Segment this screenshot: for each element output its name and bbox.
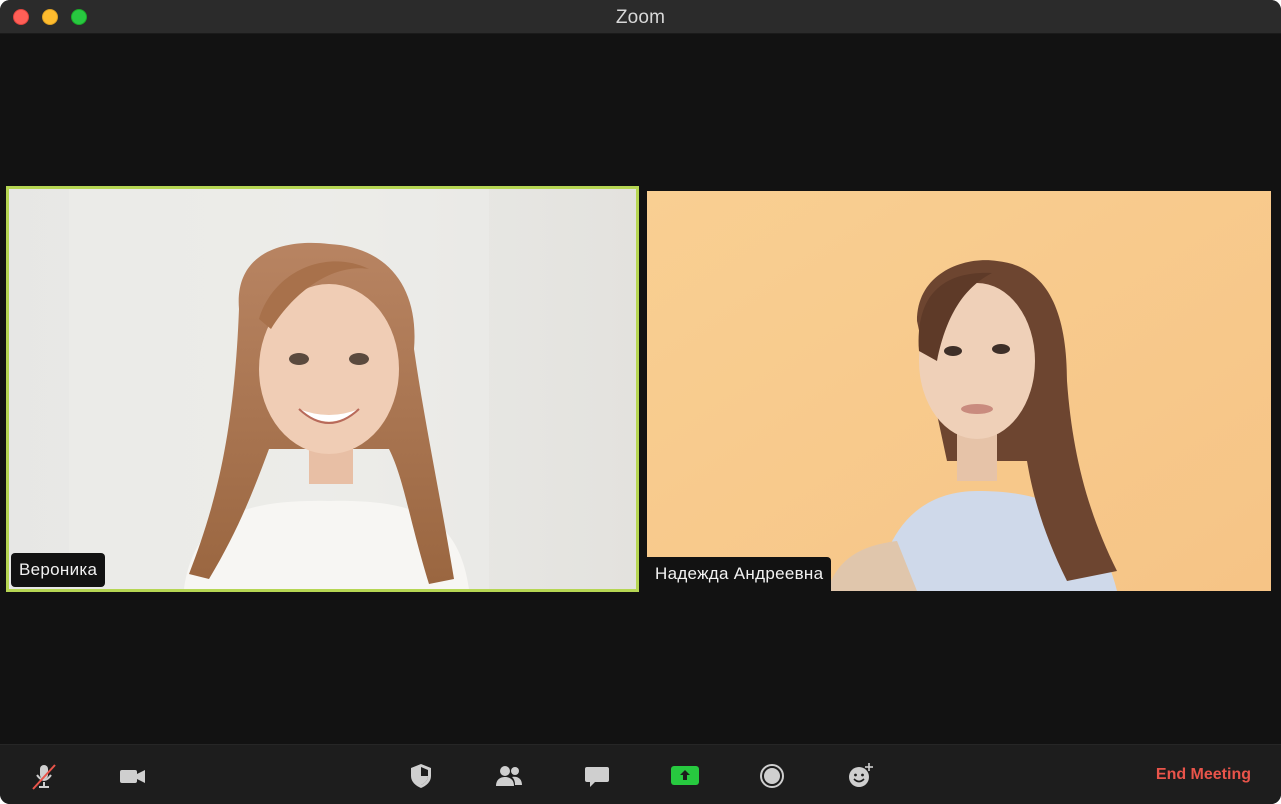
share-screen-icon bbox=[671, 766, 699, 785]
microphone-muted-icon bbox=[32, 764, 56, 790]
meeting-controls-toolbar: End Meeting bbox=[0, 744, 1281, 804]
video-tile-participant-1[interactable]: Вероника bbox=[6, 186, 639, 592]
security-button[interactable] bbox=[405, 761, 437, 791]
video-button[interactable] bbox=[116, 761, 148, 791]
video-camera-icon bbox=[120, 770, 145, 783]
record-button[interactable] bbox=[756, 761, 788, 791]
video-tile-participant-2[interactable]: Надежда Андреевна bbox=[647, 191, 1271, 591]
window-title: Zoom bbox=[615, 7, 666, 28]
record-icon bbox=[760, 764, 784, 788]
participants-icon bbox=[496, 766, 522, 786]
security-shield-icon bbox=[411, 764, 431, 788]
participant-name-label: Вероника bbox=[11, 553, 106, 587]
reactions-icon bbox=[849, 763, 873, 787]
participant-video-image bbox=[9, 189, 636, 589]
participant-video-image bbox=[647, 191, 1271, 591]
participants-button[interactable] bbox=[493, 761, 525, 791]
end-meeting-button[interactable]: End Meeting bbox=[1156, 766, 1251, 784]
video-gallery: Вероника Надежда Андреевна bbox=[0, 35, 1281, 744]
share-screen-button[interactable] bbox=[669, 761, 701, 791]
mute-button[interactable] bbox=[28, 761, 60, 791]
chat-icon bbox=[585, 767, 609, 787]
chat-button[interactable] bbox=[581, 761, 613, 791]
zoom-window: Zoom Вероника Надежда Андреевна End Meet… bbox=[0, 0, 1281, 804]
participant-name-label: Надежда Андреевна bbox=[647, 557, 832, 591]
title-bar: Zoom bbox=[0, 0, 1281, 34]
reactions-button[interactable] bbox=[844, 761, 876, 791]
